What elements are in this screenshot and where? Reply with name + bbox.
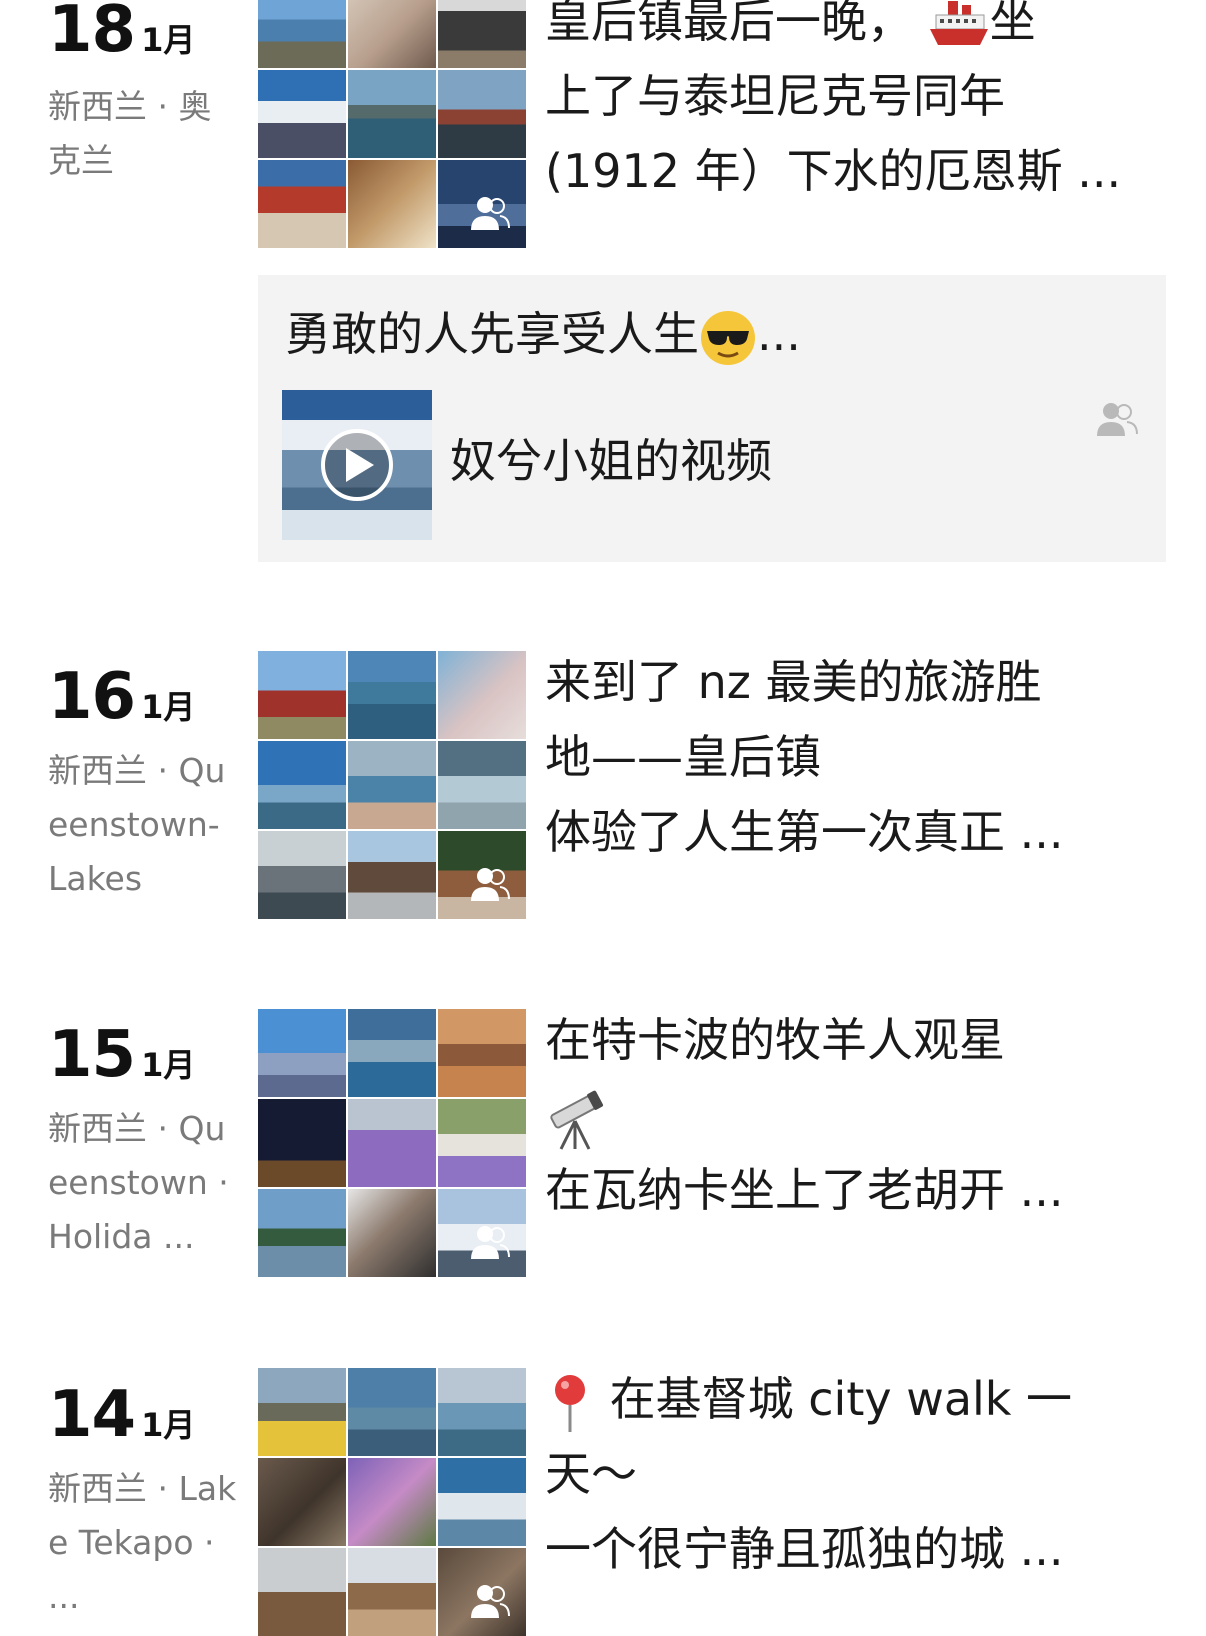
post-text-line: (1912 年）下水的厄恩斯 ... [545, 144, 1122, 198]
photo-tile[interactable] [258, 70, 346, 158]
photo-tile[interactable] [438, 160, 526, 248]
post-location: 新西兰 · 奥克兰 [48, 87, 212, 180]
photo-tile[interactable] [348, 160, 436, 248]
photo-tile[interactable] [348, 0, 436, 68]
post-text[interactable]: 来到了 nz 最美的旅游胜 地——皇后镇 体验了人生第一次真正 ... [545, 645, 1145, 870]
people-icon [1097, 403, 1138, 436]
post-text-line: 皇后镇最后一晚， 坐 [545, 0, 1145, 59]
photo-grid-18[interactable] [258, 0, 526, 248]
post-month: 1月 [141, 1406, 196, 1444]
photo-tile[interactable] [258, 651, 346, 739]
people-icon [471, 1585, 510, 1618]
photo-tile[interactable] [438, 1099, 526, 1187]
photo-tile[interactable] [348, 1099, 436, 1187]
photo-tile[interactable] [438, 741, 526, 829]
video-thumbnail[interactable] [282, 390, 432, 540]
photo-tile[interactable] [258, 1458, 346, 1546]
post-text[interactable]: 皇后镇最后一晚， 坐 上了与泰坦尼克号同年 (1912 年）下水的厄恩斯 ... [545, 0, 1145, 209]
post-text-line: 在特卡波的牧羊人观星 [545, 1013, 1005, 1067]
photo-tile[interactable] [438, 1189, 526, 1277]
post-date-18: 18 1月 [48, 0, 195, 62]
post-day: 18 [48, 0, 136, 67]
photo-grid-14[interactable] [258, 1368, 526, 1636]
photo-tile[interactable] [258, 0, 346, 68]
post-month: 1月 [141, 688, 196, 726]
photo-tile[interactable] [348, 1458, 436, 1546]
pin-icon [555, 1374, 585, 1432]
photo-tile[interactable] [438, 0, 526, 68]
shared-video-card[interactable]: 勇敢的人先享受人生... 奴兮小姐的视频 [258, 275, 1166, 562]
shared-text: 勇敢的人先享受人生... [285, 303, 801, 367]
photo-tile[interactable] [258, 160, 346, 248]
people-icon [471, 868, 510, 901]
post-text-line [545, 1078, 1145, 1153]
photo-grid-16[interactable] [258, 651, 526, 919]
post-location: 新西兰 · Lake Tekapo · ... [48, 1469, 237, 1616]
post-day: 16 [48, 660, 136, 734]
photo-tile[interactable] [258, 741, 346, 829]
post-month: 1月 [141, 1046, 196, 1084]
photo-tile[interactable] [348, 1189, 436, 1277]
photo-tile[interactable] [258, 831, 346, 919]
telescope-icon [550, 1090, 604, 1150]
post-text[interactable]: 在基督城 city walk 一 天～ 一个很宁静且孤独的城 ... [545, 1362, 1145, 1587]
post-date-14: 14 1月 [48, 1383, 195, 1447]
photo-tile[interactable] [348, 1548, 436, 1636]
photo-tile[interactable] [348, 741, 436, 829]
photo-tile[interactable] [438, 1548, 526, 1636]
photo-tile[interactable] [438, 651, 526, 739]
post-text-line: 体验了人生第一次真正 ... [545, 805, 1064, 859]
play-icon [321, 429, 393, 501]
sunglasses-emoji-icon [701, 310, 755, 365]
photo-tile[interactable] [258, 1009, 346, 1097]
post-location: 新西兰 · Queenstown · Holida ... [48, 1109, 229, 1256]
post-text-line: 在基督城 city walk 一 [545, 1362, 1145, 1437]
post-date-16: 16 1月 [48, 665, 195, 729]
photo-tile[interactable] [348, 651, 436, 739]
photo-grid-15[interactable] [258, 1009, 526, 1277]
post-text[interactable]: 在特卡波的牧羊人观星 在瓦纳卡坐上了老胡开 ... [545, 1003, 1145, 1228]
photo-tile[interactable] [348, 831, 436, 919]
post-text-line: 地——皇后镇 [545, 730, 821, 784]
post-location: 新西兰 · Queenstown-Lakes [48, 751, 226, 898]
post-month: 1月 [141, 21, 196, 59]
photo-tile[interactable] [258, 1099, 346, 1187]
photo-tile[interactable] [258, 1189, 346, 1277]
photo-tile[interactable] [348, 1009, 436, 1097]
post-day: 14 [48, 1378, 136, 1452]
photo-tile[interactable] [438, 1368, 526, 1456]
photo-tile[interactable] [438, 70, 526, 158]
post-date-15: 15 1月 [48, 1023, 195, 1087]
video-title: 奴兮小姐的视频 [450, 434, 772, 488]
photo-tile[interactable] [438, 1009, 526, 1097]
people-icon [471, 1226, 510, 1259]
photo-tile[interactable] [258, 1548, 346, 1636]
photo-tile[interactable] [258, 1368, 346, 1456]
ship-icon [929, 0, 988, 45]
post-text-line: 一个很宁静且孤独的城 ... [545, 1522, 1064, 1576]
post-text-line: 上了与泰坦尼克号同年 [545, 69, 1005, 123]
photo-tile[interactable] [348, 1368, 436, 1456]
post-text-line: 来到了 nz 最美的旅游胜 [545, 655, 1042, 709]
photo-tile[interactable] [438, 831, 526, 919]
post-day: 15 [48, 1018, 136, 1092]
post-text-line: 天～ [545, 1447, 637, 1501]
photo-tile[interactable] [348, 70, 436, 158]
photo-tile[interactable] [438, 1458, 526, 1546]
post-text-line: 在瓦纳卡坐上了老胡开 ... [545, 1163, 1064, 1217]
people-icon [471, 197, 510, 230]
